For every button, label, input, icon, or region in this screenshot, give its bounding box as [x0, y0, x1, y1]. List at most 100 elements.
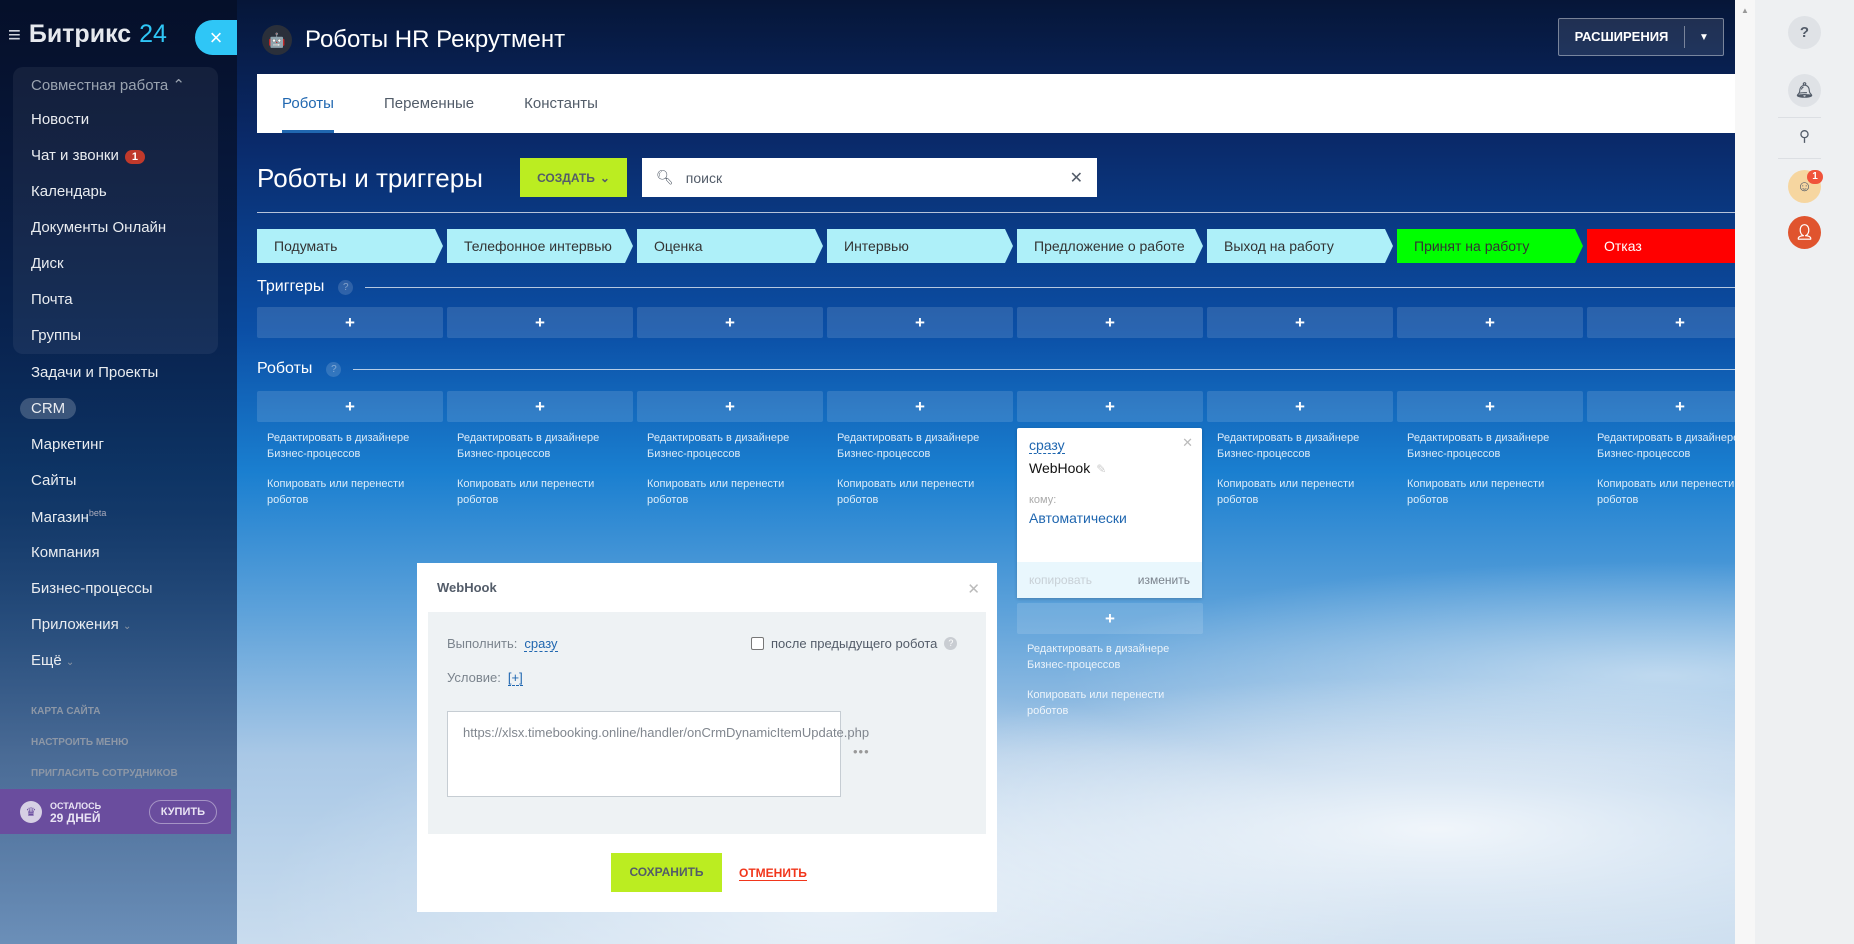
add-trigger-button[interactable]: +: [447, 307, 633, 338]
copy-robots-link[interactable]: Копировать или перенести роботов: [1027, 687, 1203, 719]
sidebar-item[interactable]: CRM: [20, 398, 77, 419]
to-label: кому:: [1029, 494, 1057, 506]
sidebar-item[interactable]: Бизнес-процессы: [31, 580, 153, 597]
search-icon[interactable]: ⚲: [1788, 120, 1821, 153]
stage-column[interactable]: Отказ: [1587, 229, 1735, 263]
sidebar-link[interactable]: НАСТРОИТЬ МЕНЮ: [31, 737, 128, 748]
stage-column[interactable]: Подумать: [257, 229, 443, 263]
help-button[interactable]: ?: [1788, 16, 1821, 49]
edit-button[interactable]: изменить: [1138, 573, 1190, 587]
buy-button[interactable]: КУПИТЬ: [148, 799, 217, 824]
copy-robots-link[interactable]: Копировать или перенести роботов: [267, 476, 443, 508]
tab-variables[interactable]: Переменные: [384, 74, 474, 133]
copy-robots-link[interactable]: Копировать или перенести роботов: [647, 476, 823, 508]
close-icon[interactable]: ✕: [1182, 435, 1193, 451]
help-icon[interactable]: ?: [326, 361, 342, 377]
sidebar-link[interactable]: ПРИГЛАСИТЬ СОТРУДНИКОВ: [31, 768, 178, 779]
add-robot-button[interactable]: +: [1207, 391, 1393, 422]
edit-in-designer-link[interactable]: Редактировать в дизайнере Бизнес-процесс…: [457, 430, 633, 462]
sidebar-item[interactable]: Диск: [31, 255, 64, 272]
sidebar-link[interactable]: КАРТА САЙТА: [31, 706, 100, 717]
stage-column[interactable]: Предложение о работе: [1017, 229, 1203, 263]
robots-header: Роботы?: [257, 360, 1735, 378]
copy-robots-link[interactable]: Копировать или перенести роботов: [837, 476, 1013, 508]
edit-in-designer-link[interactable]: Редактировать в дизайнере Бизнес-процесс…: [1027, 641, 1203, 673]
sidebar-item[interactable]: Почта: [31, 291, 73, 308]
edit-in-designer-link[interactable]: Редактировать в дизайнере Бизнес-процесс…: [1597, 430, 1735, 462]
help-icon[interactable]: ?: [944, 637, 958, 650]
stage-label: Принят на работу: [1414, 238, 1530, 254]
add-trigger-button[interactable]: +: [827, 307, 1013, 338]
add-condition-link[interactable]: [+]: [507, 670, 523, 686]
scroll-up-icon[interactable]: ▲: [1735, 6, 1755, 15]
add-trigger-button[interactable]: +: [1207, 307, 1393, 338]
add-robot-button[interactable]: +: [827, 391, 1013, 422]
sidebar-item[interactable]: Календарь: [31, 183, 107, 200]
bell-icon[interactable]: 🔔︎: [1788, 74, 1821, 107]
add-robot-button[interactable]: +: [1017, 391, 1203, 422]
pencil-icon[interactable]: ✎: [1096, 462, 1106, 476]
stage-column[interactable]: Интервью: [827, 229, 1013, 263]
menu-group-collab[interactable]: Совместная работа ⌃: [31, 76, 185, 94]
edit-in-designer-link[interactable]: Редактировать в дизайнере Бизнес-процесс…: [837, 430, 1013, 462]
search-input[interactable]: 🔍︎ поиск ✕: [642, 158, 1097, 197]
cancel-button[interactable]: ОТМЕНИТЬ: [739, 866, 807, 881]
add-robot-button[interactable]: +: [1397, 391, 1583, 422]
stage-column[interactable]: Выход на работу: [1207, 229, 1393, 263]
extensions-button[interactable]: РАСШИРЕНИЯ ▼: [1558, 18, 1724, 56]
after-previous-checkbox[interactable]: после предыдущего робота?: [751, 636, 958, 651]
sidebar-item[interactable]: Чат и звонки 1: [31, 147, 145, 164]
run-delay-link[interactable]: сразу: [524, 636, 558, 652]
sidebar-item[interactable]: Магазинbeta: [31, 508, 106, 526]
add-robot-button[interactable]: +: [257, 391, 443, 422]
user-avatar-icon[interactable]: 👤︎: [1788, 216, 1821, 249]
scrollbar[interactable]: ▲: [1735, 0, 1755, 944]
sidebar-item[interactable]: Приложения ⌄: [31, 616, 131, 633]
add-trigger-button[interactable]: +: [1017, 307, 1203, 338]
copy-robots-link[interactable]: Копировать или перенести роботов: [1217, 476, 1393, 508]
sidebar-item[interactable]: Группы: [31, 327, 81, 344]
checkbox[interactable]: [751, 637, 764, 650]
robot-card[interactable]: сразу ✕ WebHook ✎ кому: Автоматически коп…: [1017, 428, 1202, 598]
sidebar-item[interactable]: Сайты: [31, 472, 76, 489]
copy-robots-link[interactable]: Копировать или перенести роботов: [1597, 476, 1735, 508]
copy-button[interactable]: копировать: [1029, 573, 1092, 587]
save-button[interactable]: СОХРАНИТЬ: [611, 853, 722, 892]
close-icon[interactable]: ✕: [967, 580, 980, 598]
edit-in-designer-link[interactable]: Редактировать в дизайнере Бизнес-процесс…: [1407, 430, 1583, 462]
stage-column[interactable]: Оценка: [637, 229, 823, 263]
create-button[interactable]: СОЗДАТЬ ⌄: [520, 158, 627, 197]
edit-in-designer-link[interactable]: Редактировать в дизайнере Бизнес-процесс…: [267, 430, 443, 462]
menu-icon[interactable]: ≡: [8, 22, 21, 48]
add-trigger-button[interactable]: +: [637, 307, 823, 338]
add-robot-button[interactable]: +: [637, 391, 823, 422]
add-trigger-button[interactable]: +: [257, 307, 443, 338]
logo[interactable]: ≡ Битрикс 24: [8, 20, 167, 49]
copy-robots-link[interactable]: Копировать или перенести роботов: [457, 476, 633, 508]
clear-icon[interactable]: ✕: [1070, 168, 1083, 188]
stage-column[interactable]: Принят на работу: [1397, 229, 1583, 263]
add-trigger-button[interactable]: +: [1397, 307, 1583, 338]
sidebar-item[interactable]: Маркетинг: [31, 436, 104, 453]
add-trigger-button[interactable]: +: [1587, 307, 1735, 338]
copy-robots-link[interactable]: Копировать или перенести роботов: [1407, 476, 1583, 508]
tab-robots[interactable]: Роботы: [282, 74, 334, 133]
url-textarea[interactable]: https://xlsx.timebooking.online/handler/…: [447, 711, 869, 797]
stage-column[interactable]: Телефонное интервью: [447, 229, 633, 263]
help-icon[interactable]: ?: [338, 279, 354, 295]
sidebar-item[interactable]: Компания: [31, 544, 100, 561]
sidebar-item[interactable]: Документы Онлайн: [31, 219, 166, 236]
edit-in-designer-link[interactable]: Редактировать в дизайнере Бизнес-процесс…: [1217, 430, 1393, 462]
close-sidebar-button[interactable]: ×: [195, 20, 237, 55]
sidebar-item[interactable]: Новости: [31, 111, 89, 128]
robot-delay-link[interactable]: сразу: [1029, 437, 1065, 454]
add-robot-button[interactable]: +: [1587, 391, 1735, 422]
add-robot-button[interactable]: +: [1017, 603, 1203, 634]
sidebar-item[interactable]: Задачи и Проекты: [31, 364, 158, 381]
chevron-down-icon[interactable]: ▼: [1685, 32, 1723, 43]
sidebar-item[interactable]: Ещё ⌄: [31, 652, 74, 669]
add-robot-button[interactable]: +: [447, 391, 633, 422]
edit-in-designer-link[interactable]: Редактировать в дизайнере Бизнес-процесс…: [647, 430, 823, 462]
tab-constants[interactable]: Константы: [524, 74, 598, 133]
more-icon[interactable]: •••: [853, 744, 870, 759]
